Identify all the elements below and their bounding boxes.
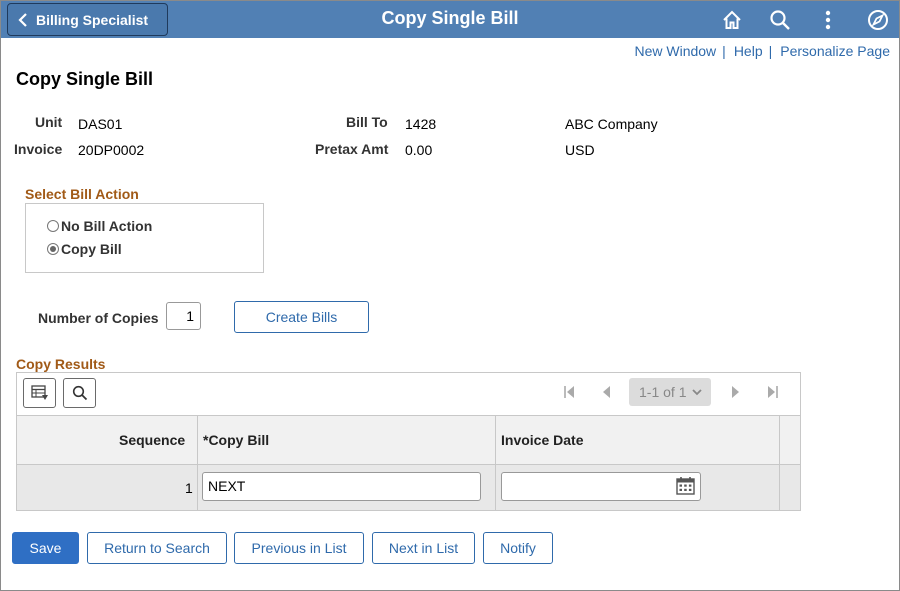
column-divider	[197, 415, 198, 510]
return-to-search-button[interactable]: Return to Search	[87, 532, 227, 564]
banner-title: Copy Single Bill	[381, 8, 519, 28]
invoice-label: Invoice	[14, 141, 63, 157]
copy-results-grid: 1-1 of 1 Sequence *Copy Bill Invoice Dat…	[16, 372, 801, 511]
actions-menu-icon[interactable]	[817, 9, 839, 31]
column-header-invoice-date[interactable]: Invoice Date	[501, 432, 583, 448]
personalize-page-link[interactable]: Personalize Page	[780, 43, 890, 59]
link-separator: |	[722, 43, 726, 59]
grid-personalize-button[interactable]	[23, 378, 56, 408]
next-page-icon[interactable]	[731, 385, 741, 399]
customer-name: ABC Company	[565, 116, 658, 132]
radio-copy-bill[interactable]: Copy Bill	[47, 241, 122, 257]
copy-results-title: Copy Results	[16, 356, 106, 372]
radio-label: Copy Bill	[61, 241, 122, 257]
number-of-copies-input[interactable]: 1	[166, 302, 201, 330]
grid-header-row: Sequence *Copy Bill Invoice Date	[17, 415, 800, 465]
last-page-icon[interactable]	[767, 385, 779, 399]
page-selector[interactable]: 1-1 of 1	[629, 378, 711, 406]
pretax-amt-label: Pretax Amt	[315, 141, 389, 157]
column-divider	[495, 415, 496, 510]
radio-no-bill-action[interactable]: No Bill Action	[47, 218, 152, 234]
grid-find-button[interactable]	[63, 378, 96, 408]
search-icon[interactable]	[769, 9, 791, 31]
table-row: 1 NEXT	[17, 465, 800, 510]
notify-button[interactable]: Notify	[483, 532, 553, 564]
bill-to-value: 1428	[405, 116, 437, 132]
next-in-list-button[interactable]: Next in List	[372, 532, 475, 564]
save-button[interactable]: Save	[12, 532, 79, 564]
create-bills-button[interactable]: Create Bills	[234, 301, 369, 333]
calendar-icon[interactable]	[676, 476, 695, 495]
top-banner: Billing Specialist Copy Single Bill	[1, 1, 899, 38]
previous-page-icon[interactable]	[601, 385, 611, 399]
radio-button[interactable]	[47, 220, 59, 232]
page-title: Copy Single Bill	[16, 69, 154, 89]
column-divider	[779, 415, 780, 510]
pretax-amt-value: 0.00	[405, 142, 433, 158]
first-page-icon[interactable]	[563, 385, 575, 399]
home-icon[interactable]	[721, 9, 743, 31]
select-bill-action-title: Select Bill Action	[25, 186, 139, 202]
copy-bill-input[interactable]: NEXT	[202, 472, 481, 501]
navbar-icon[interactable]	[867, 9, 889, 31]
invoice-value: 20DP0002	[78, 142, 145, 158]
unit-value: DAS01	[78, 116, 123, 132]
sequence-cell: 1	[185, 480, 193, 496]
link-separator: |	[768, 43, 773, 59]
new-window-link[interactable]: New Window	[634, 43, 716, 59]
search-icon	[72, 385, 87, 401]
column-header-copy-bill[interactable]: *Copy Bill	[203, 432, 269, 448]
invoice-date-input[interactable]	[501, 472, 701, 501]
page-selector-text: 1-1 of 1	[639, 384, 687, 400]
bill-to-label: Bill To	[346, 114, 388, 130]
number-of-copies-label: Number of Copies	[38, 310, 159, 326]
currency-code: USD	[565, 142, 595, 158]
chevron-down-icon	[692, 389, 703, 396]
unit-label: Unit	[35, 114, 63, 130]
page-links: New Window | Help | Personalize Page	[634, 43, 890, 59]
personalize-grid-icon	[30, 385, 48, 400]
radio-label: No Bill Action	[61, 218, 153, 234]
previous-in-list-button[interactable]: Previous in List	[234, 532, 364, 564]
bill-action-group: No Bill Action Copy Bill	[25, 203, 264, 273]
radio-button-selected[interactable]	[47, 243, 59, 255]
column-header-sequence[interactable]: Sequence	[119, 432, 185, 448]
help-link[interactable]: Help	[734, 43, 763, 59]
